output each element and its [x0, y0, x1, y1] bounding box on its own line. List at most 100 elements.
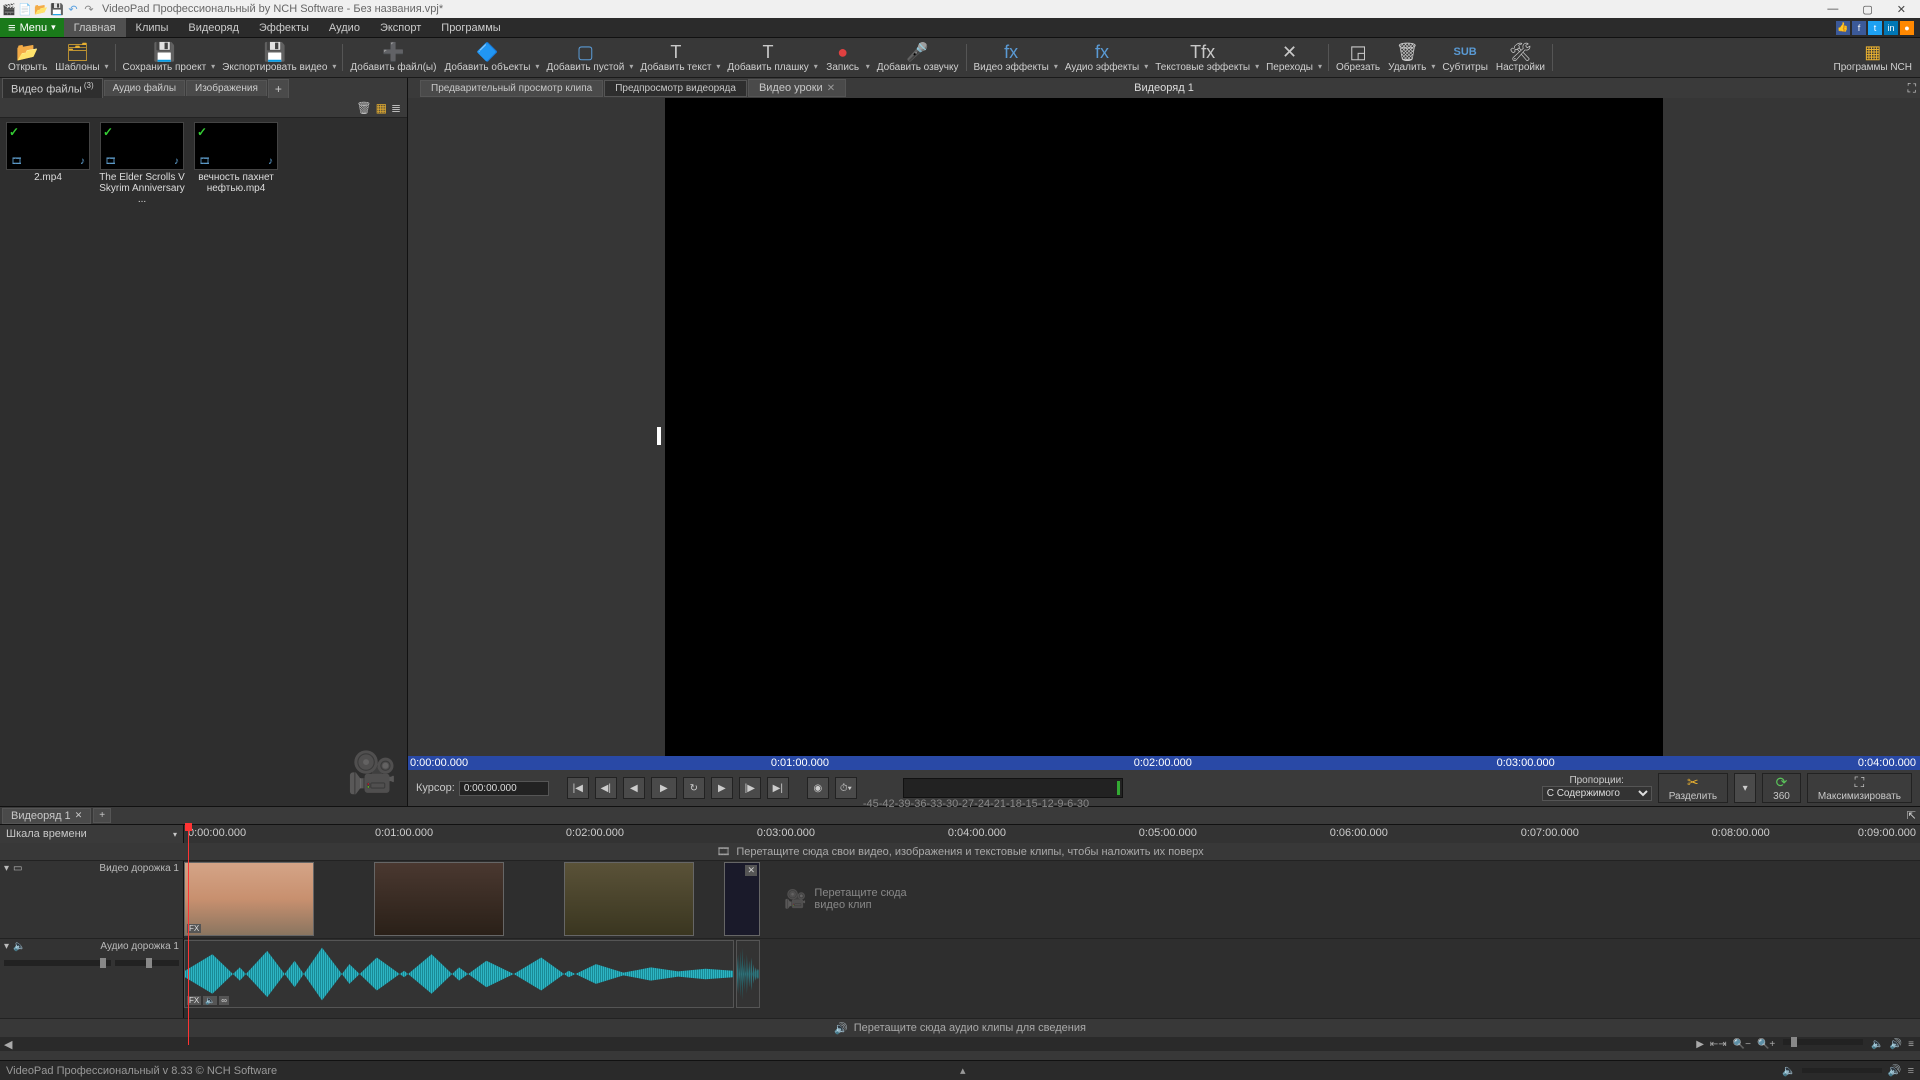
vfx-dropdown[interactable]: ▾ — [1051, 40, 1061, 75]
split-dropdown[interactable]: ▾ — [1734, 773, 1756, 803]
like-icon[interactable]: 👍 — [1836, 21, 1850, 35]
close-icon[interactable]: ✕ — [75, 810, 83, 821]
maximize-button[interactable]: ▢ — [1856, 3, 1878, 16]
tab-export[interactable]: Экспорт — [370, 18, 431, 37]
sequence-tab[interactable]: Видеоряд 1✕ — [2, 808, 91, 824]
bin-tab-add[interactable]: + — [268, 79, 289, 98]
status-max-volume-icon[interactable]: 🔊 — [1888, 1064, 1902, 1077]
tab-sequence[interactable]: Видеоряд — [178, 18, 249, 37]
add-files-button[interactable]: ➕Добавить файл(ы) — [346, 40, 440, 75]
video-effects-button[interactable]: fxВидео эффекты — [970, 40, 1053, 75]
zoom-out-icon[interactable]: 🔍− — [1731, 1039, 1753, 1050]
video-track-body[interactable]: FX ✕ 🎥 Перетащите сюдавидео клип — [184, 861, 1920, 938]
aspect-select[interactable]: С Содержимого — [1542, 786, 1652, 801]
linkedin-icon[interactable]: in — [1884, 21, 1898, 35]
audio-mix-drop-hint[interactable]: 🔊 Перетащите сюда аудио клипы для сведен… — [0, 1019, 1920, 1037]
clip-item[interactable]: ✓🎞♪ 2.mp4 — [4, 122, 92, 205]
snapshot-button[interactable]: ◉ — [807, 777, 829, 799]
delete-button[interactable]: 🗑Удалить — [1384, 40, 1430, 75]
split-button[interactable]: ✂Разделить — [1658, 773, 1728, 803]
objects-dropdown[interactable]: ▾ — [532, 40, 542, 75]
tfx-dropdown[interactable]: ▾ — [1252, 40, 1262, 75]
bin-delete-icon[interactable]: 🗑 — [356, 101, 371, 115]
clip-item[interactable]: ✓🎞♪ The Elder Scrolls V Skyrim Anniversa… — [98, 122, 186, 205]
popout-icon[interactable]: ⇱ — [1907, 809, 1916, 822]
add-text-button[interactable]: TДобавить текст — [636, 40, 715, 75]
timeline-ruler[interactable]: 0:00:00.000 0:01:00.000 0:02:00.000 0:03… — [184, 825, 1920, 843]
fit-timeline-icon[interactable]: ⇤⇥ — [1708, 1039, 1729, 1050]
tab-programs[interactable]: Программы — [431, 18, 510, 37]
scroll-left-icon[interactable]: ◀ — [0, 1038, 16, 1051]
new-icon[interactable]: 📄 — [18, 2, 32, 16]
scroll-right-icon[interactable]: ▶ — [1694, 1039, 1706, 1050]
timeline-scrollbar[interactable]: ◀ ▶ ⇤⇥ 🔍− 🔍+ 🔈 🔊 ≡ — [0, 1037, 1920, 1051]
templates-dropdown[interactable]: ▾ — [102, 40, 112, 75]
expand-caret-icon[interactable]: ▴ — [960, 1064, 966, 1077]
overlay-dropdown[interactable]: ▾ — [811, 40, 821, 75]
goto-end-button[interactable]: ▶| — [767, 777, 789, 799]
timeline-video-clip[interactable] — [564, 862, 694, 936]
save-dropdown[interactable]: ▾ — [208, 40, 218, 75]
preview-ruler[interactable]: 0:00:00.000 0:01:00.000 0:02:00.000 0:03… — [408, 756, 1920, 770]
pan-slider[interactable] — [115, 960, 179, 966]
templates-button[interactable]: 🗂Шаблоны — [51, 40, 103, 75]
timeline-video-clip[interactable] — [374, 862, 504, 936]
fx-badge-icon[interactable]: FX — [187, 996, 201, 1005]
timeline-scale-selector[interactable]: Шкала времени — [0, 825, 184, 843]
fullscreen-icon[interactable]: ⛶ — [1908, 81, 1916, 96]
preview-tab-clip[interactable]: Предварительный просмотр клипа — [420, 80, 603, 97]
play-button[interactable]: ▶ — [651, 777, 677, 799]
cursor-input[interactable] — [459, 781, 549, 796]
zoom-in-icon[interactable]: 🔍+ — [1755, 1039, 1777, 1050]
facebook-icon[interactable]: f — [1852, 21, 1866, 35]
export-video-button[interactable]: 💾Экспортировать видео — [218, 40, 331, 75]
fx-badge-icon[interactable]: FX — [187, 924, 201, 933]
zoom-slider[interactable] — [1783, 1039, 1863, 1045]
link-badge-icon[interactable]: ∞ — [219, 996, 229, 1005]
add-blank-button[interactable]: ▢Добавить пустой — [542, 40, 628, 75]
undo-icon[interactable]: ↶ — [66, 2, 80, 16]
prev-frame-button[interactable]: ◀ — [623, 777, 645, 799]
save-icon[interactable]: 💾 — [50, 2, 64, 16]
preview-tab-tutorials[interactable]: Видео уроки✕ — [748, 79, 846, 97]
close-icon[interactable]: ✕ — [745, 865, 757, 876]
add-objects-button[interactable]: 🔷Добавить объекты — [440, 40, 534, 75]
goto-start-button[interactable]: |◀ — [567, 777, 589, 799]
record-button[interactable]: ●Запись — [821, 40, 865, 75]
text-dropdown[interactable]: ▾ — [713, 40, 723, 75]
twitter-icon[interactable]: t — [1868, 21, 1882, 35]
save-project-button[interactable]: 💾Сохранить проект — [119, 40, 211, 75]
mute-badge-icon[interactable]: 🔈 — [203, 996, 217, 1005]
preview-viewport[interactable] — [408, 98, 1920, 756]
add-overlay-button[interactable]: TДобавить плашку — [723, 40, 812, 75]
next-frame-button[interactable]: ▶ — [711, 777, 733, 799]
afx-dropdown[interactable]: ▾ — [1141, 40, 1151, 75]
clip-item[interactable]: ✓🎞♪ вечность пахнет нефтью.mp4 — [192, 122, 280, 205]
playhead[interactable] — [188, 825, 189, 1045]
transitions-button[interactable]: ✕Переходы — [1262, 40, 1317, 75]
volume-icon[interactable]: 🔈 — [1869, 1039, 1885, 1050]
tab-audio[interactable]: Аудио — [319, 18, 370, 37]
open-icon[interactable]: 📂 — [34, 2, 48, 16]
maximize-preview-button[interactable]: ⛶Максимизировать — [1807, 773, 1912, 803]
track-visibility-icon[interactable]: ▭ — [13, 863, 22, 874]
transitions-dropdown[interactable]: ▾ — [1315, 40, 1325, 75]
minimize-button[interactable]: — — [1821, 3, 1844, 16]
step-back-button[interactable]: ◀| — [595, 777, 617, 799]
track-collapse-icon[interactable]: ▾ — [4, 863, 9, 874]
audio-effects-button[interactable]: fxАудио эффекты — [1061, 40, 1143, 75]
close-icon[interactable]: ✕ — [827, 83, 835, 94]
delete-dropdown[interactable]: ▾ — [1428, 40, 1438, 75]
settings-button[interactable]: 🛠Настройки — [1492, 40, 1549, 75]
bin-list-view-icon[interactable]: ≣ — [391, 101, 401, 115]
preview-tab-sequence[interactable]: Предпросмотр видеоряда — [604, 80, 747, 97]
step-forward-button[interactable]: |▶ — [739, 777, 761, 799]
nch-programs-button[interactable]: ▦Программы NCH — [1830, 40, 1916, 75]
timeline-video-clip[interactable]: ✕ — [724, 862, 760, 936]
narration-button[interactable]: 🎤Добавить озвучку — [873, 40, 963, 75]
feed-icon[interactable]: ● — [1900, 21, 1914, 35]
export-dropdown[interactable]: ▾ — [329, 40, 339, 75]
redo-icon[interactable]: ↷ — [82, 2, 96, 16]
bin-tab-video[interactable]: Видео файлы(3) — [2, 78, 103, 97]
max-volume-icon[interactable]: 🔊 — [1888, 1039, 1904, 1050]
